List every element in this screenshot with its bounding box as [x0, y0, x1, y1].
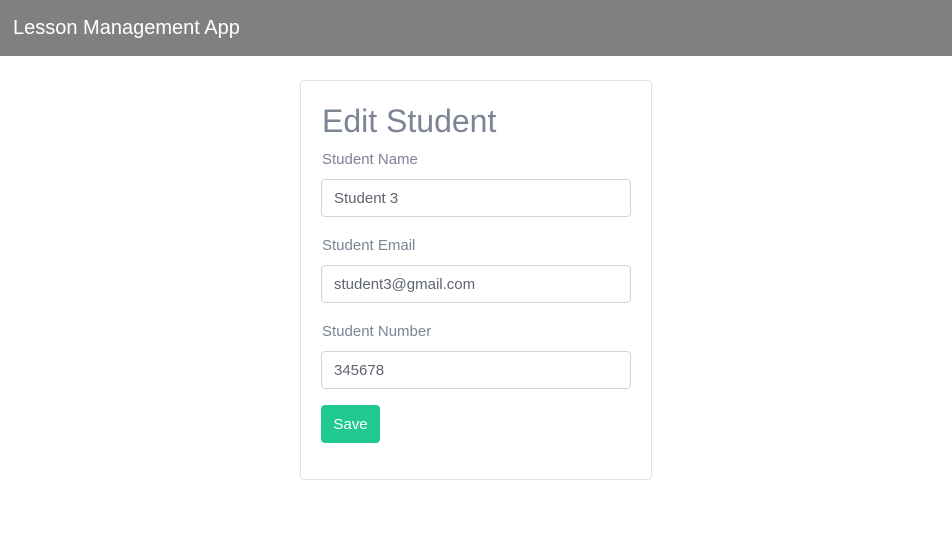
page-title: Edit Student	[322, 103, 497, 139]
student-email-label: Student Email	[322, 237, 416, 254]
student-number-label: Student Number	[322, 323, 432, 340]
student-number-input[interactable]	[321, 351, 631, 389]
student-name-input[interactable]	[321, 179, 631, 217]
student-name-label: Student Name	[322, 151, 418, 168]
top-navbar: Lesson Management App	[0, 0, 952, 56]
save-button[interactable]: Save	[321, 405, 380, 443]
edit-student-card: Edit Student Student Name Student Email …	[300, 80, 652, 480]
navbar-brand-link[interactable]: Lesson Management App	[13, 18, 240, 38]
student-email-input[interactable]	[321, 265, 631, 303]
